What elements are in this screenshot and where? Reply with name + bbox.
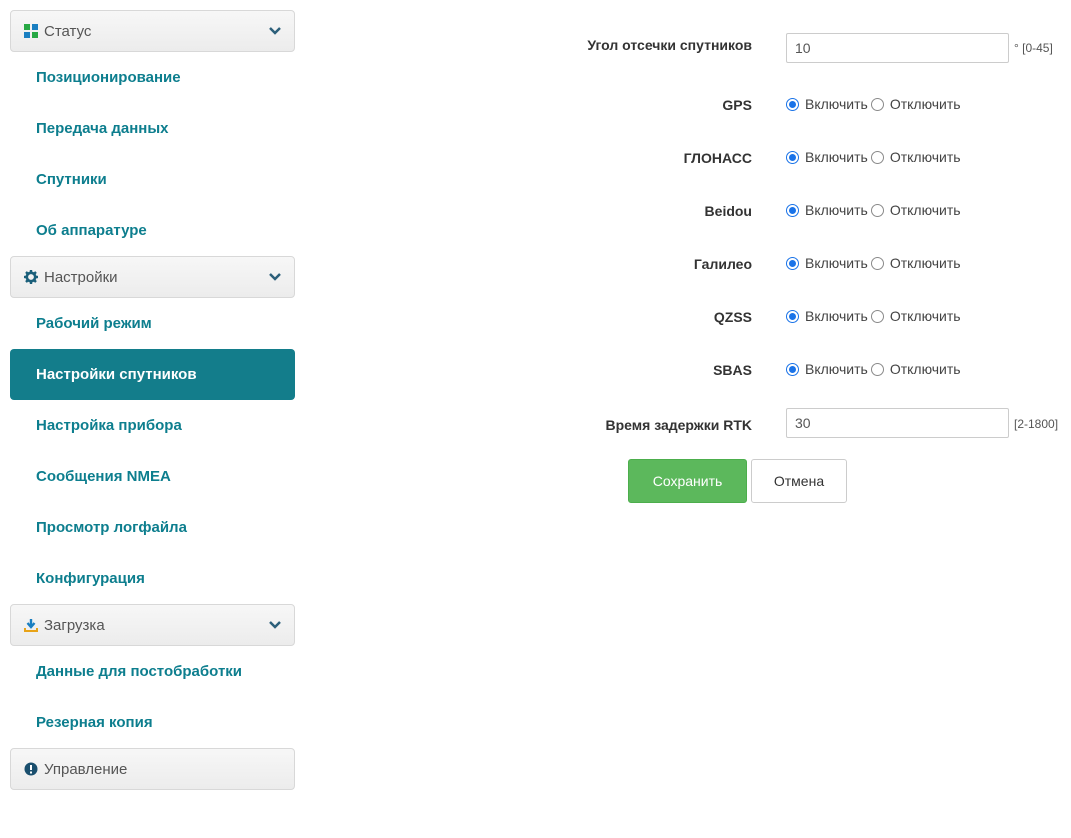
sidebar-item-about-device[interactable]: Об аппаратуре — [10, 205, 295, 256]
galileo-enable-radio[interactable] — [786, 256, 799, 270]
glonass-disable-label[interactable]: Отключить — [890, 149, 961, 165]
rtk-delay-range-hint: [2-1800] — [1014, 417, 1059, 431]
beidou-enable-label[interactable]: Включить — [805, 202, 868, 218]
galileo-disable-radio[interactable] — [870, 256, 884, 270]
gps-enable-label[interactable]: Включить — [805, 96, 868, 112]
section-title-control: Управление — [44, 760, 128, 778]
beidou-disable-radio[interactable] — [870, 203, 884, 217]
chevron-down-icon — [268, 270, 282, 284]
qzss-label: QZSS — [713, 309, 752, 325]
sidebar-item-backup[interactable]: Резерная копия — [10, 697, 295, 748]
sidebar-item-view-logfile[interactable]: Просмотр логфайла — [10, 502, 295, 553]
gear-icon — [23, 270, 38, 285]
cutoff-angle-label: Угол отсечки спутников — [587, 37, 752, 53]
section-header-status[interactable]: Статус — [10, 10, 295, 52]
section-header-status-left: Статус — [23, 23, 91, 40]
cutoff-angle-input[interactable] — [786, 33, 1009, 63]
save-button[interactable]: Сохранить — [628, 459, 747, 503]
glonass-label: ГЛОНАСС — [683, 150, 752, 166]
gps-enable-radio[interactable] — [786, 97, 799, 111]
qzss-disable-label[interactable]: Отключить — [890, 308, 961, 324]
sidebar-item-data-transfer[interactable]: Передача данных — [10, 103, 295, 154]
sbas-disable-radio[interactable] — [870, 362, 884, 376]
gps-disable-radio[interactable] — [870, 97, 884, 111]
section-header-settings-left: Настройки — [23, 269, 118, 286]
sbas-disable-label[interactable]: Отключить — [890, 361, 961, 377]
section-title-download: Загрузка — [44, 616, 105, 634]
cancel-button[interactable]: Отмена — [751, 459, 847, 503]
gps-label: GPS — [722, 97, 752, 113]
section-title-settings: Настройки — [44, 268, 118, 286]
beidou-disable-label[interactable]: Отключить — [890, 202, 961, 218]
sidebar-item-nmea-messages[interactable]: Сообщения NMEA — [10, 451, 295, 502]
galileo-enable-label[interactable]: Включить — [805, 255, 868, 271]
sbas-enable-radio[interactable] — [786, 362, 799, 376]
section-header-download-left: Загрузка — [23, 617, 105, 634]
section-header-control[interactable]: Управление — [10, 748, 295, 790]
download-icon — [23, 618, 38, 633]
beidou-label: Beidou — [704, 203, 752, 219]
sidebar-item-configuration[interactable]: Конфигурация — [10, 553, 295, 604]
sidebar-item-device-settings[interactable]: Настройка прибора — [10, 400, 295, 451]
sidebar-item-work-mode[interactable]: Рабочий режим — [10, 298, 295, 349]
beidou-enable-radio[interactable] — [786, 203, 799, 217]
sidebar: Статус Позиционирование Передача данных … — [10, 10, 295, 790]
glonass-disable-radio[interactable] — [870, 150, 884, 164]
galileo-radio-group: Включить Отключить — [786, 255, 964, 271]
beidou-radio-group: Включить Отключить — [786, 202, 964, 218]
grid-icon — [23, 24, 38, 39]
sbas-radio-group: Включить Отключить — [786, 361, 964, 377]
glonass-enable-radio[interactable] — [786, 150, 799, 164]
sidebar-item-satellite-settings[interactable]: Настройки спутников — [10, 349, 295, 400]
sidebar-item-positioning[interactable]: Позиционирование — [10, 52, 295, 103]
sidebar-item-postprocessing-data[interactable]: Данные для постобработки — [10, 646, 295, 697]
section-header-download[interactable]: Загрузка — [10, 604, 295, 646]
galileo-label: Галилео — [693, 256, 752, 272]
rtk-delay-label: Время задержки RTK — [605, 417, 752, 433]
glonass-radio-group: Включить Отключить — [786, 149, 964, 165]
section-header-settings[interactable]: Настройки — [10, 256, 295, 298]
chevron-down-icon — [268, 618, 282, 632]
rtk-delay-input[interactable] — [786, 408, 1009, 438]
qzss-disable-radio[interactable] — [870, 309, 884, 323]
qzss-enable-radio[interactable] — [786, 309, 799, 323]
sidebar-item-satellites[interactable]: Спутники — [10, 154, 295, 205]
cutoff-angle-range-hint: ° [0-45] — [1014, 41, 1053, 55]
section-header-control-left: Управление — [23, 761, 127, 778]
qzss-enable-label[interactable]: Включить — [805, 308, 868, 324]
gps-disable-label[interactable]: Отключить — [890, 96, 961, 112]
section-title-status: Статус — [44, 22, 92, 40]
chevron-down-icon — [268, 24, 282, 38]
sbas-label: SBAS — [713, 362, 752, 378]
sbas-enable-label[interactable]: Включить — [805, 361, 868, 377]
info-circle-icon — [23, 762, 38, 777]
galileo-disable-label[interactable]: Отключить — [890, 255, 961, 271]
page: Статус Позиционирование Передача данных … — [0, 0, 1071, 838]
glonass-enable-label[interactable]: Включить — [805, 149, 868, 165]
qzss-radio-group: Включить Отключить — [786, 308, 964, 324]
gps-radio-group: Включить Отключить — [786, 96, 964, 112]
